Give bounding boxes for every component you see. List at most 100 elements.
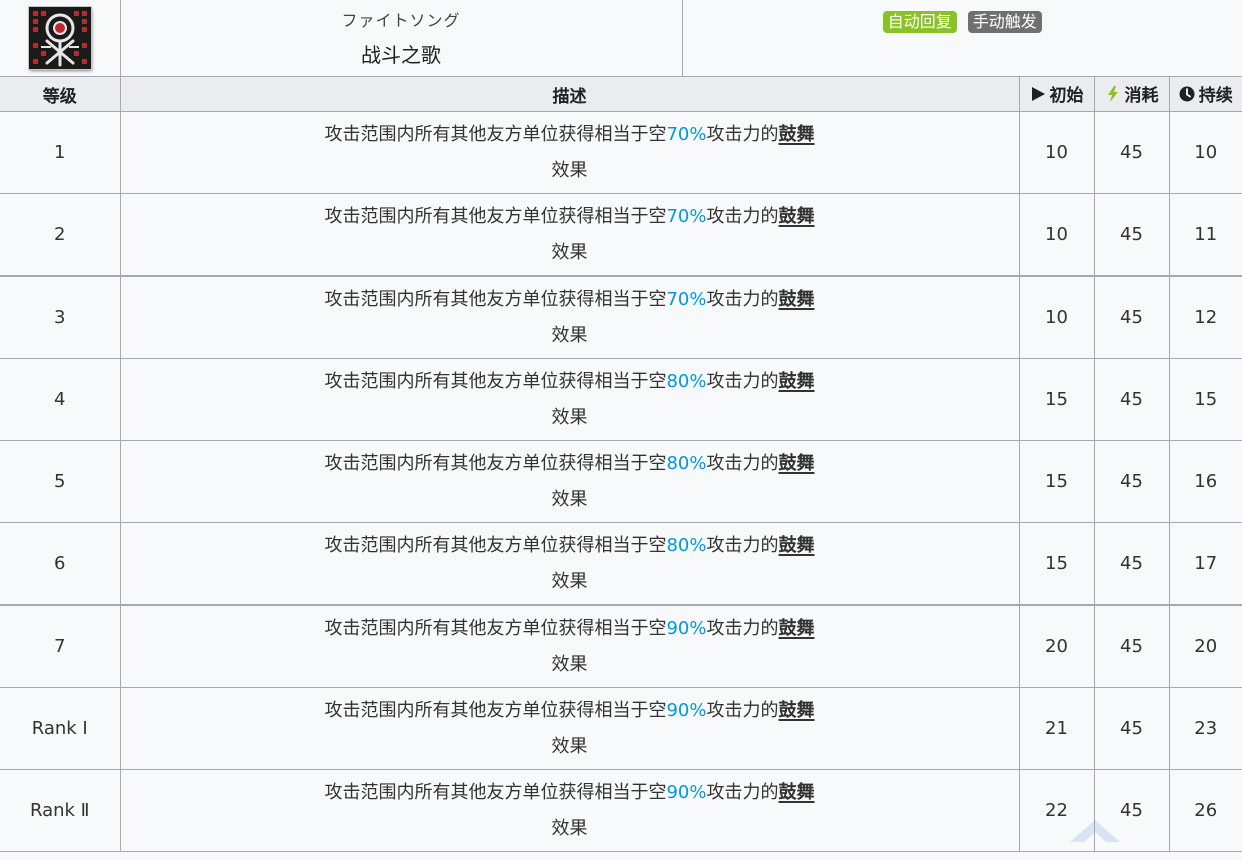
description-mid: 攻击力的	[706, 370, 779, 392]
skill-name-japanese: ファイトソング	[341, 10, 461, 30]
row-initial: 10	[1018, 111, 1095, 194]
header-description-label: 描述	[552, 86, 587, 107]
table-row: 5 攻击范围内所有其他友方单位获得相当于空80%攻击力的鼓舞 效果 15 45 16	[0, 440, 1242, 523]
attack-percent-value: 70%	[666, 205, 707, 227]
description-suffix: 效果	[551, 735, 588, 757]
header-level-label: 等级	[42, 86, 77, 107]
inspire-keyword-link[interactable]: 鼓舞	[779, 453, 815, 474]
description-mid: 攻击力的	[706, 781, 779, 803]
attack-percent-value: 80%	[666, 534, 707, 556]
table-row: 7 攻击范围内所有其他友方单位获得相当于空90%攻击力的鼓舞 效果 20 45 20	[0, 604, 1242, 688]
table-row: 4 攻击范围内所有其他友方单位获得相当于空80%攻击力的鼓舞 效果 15 45 15	[0, 358, 1242, 441]
description-suffix: 效果	[551, 570, 588, 592]
inspire-keyword-link[interactable]: 鼓舞	[779, 371, 815, 392]
table-row: 2 攻击范围内所有其他友方单位获得相当于空70%攻击力的鼓舞 效果 10 45 11	[0, 193, 1242, 277]
inspire-keyword-link[interactable]: 鼓舞	[779, 206, 815, 227]
row-cost: 45	[1093, 275, 1170, 359]
row-cost: 45	[1093, 111, 1170, 194]
row-duration: 23	[1168, 687, 1242, 770]
description-prefix: 攻击范围内所有其他友方单位获得相当于空	[324, 781, 667, 803]
skill-name-chinese: 战斗之歌	[361, 42, 441, 67]
inspire-keyword-link[interactable]: 鼓舞	[779, 289, 815, 310]
inspire-keyword-link[interactable]: 鼓舞	[779, 124, 815, 145]
row-level: Rank Ⅰ	[0, 687, 121, 770]
crossed-swords-skill-icon[interactable]	[28, 7, 91, 69]
description-mid: 攻击力的	[706, 288, 779, 310]
row-cost: 45	[1093, 358, 1170, 441]
row-initial: 10	[1018, 275, 1095, 359]
description-prefix: 攻击范围内所有其他友方单位获得相当于空	[324, 699, 667, 721]
table-row: Rank Ⅱ 攻击范围内所有其他友方单位获得相当于空90%攻击力的鼓舞 效果 22 45…	[0, 769, 1242, 852]
skill-tags-cell: 自动回复 手动触发	[681, 0, 1242, 77]
skill-icon-cell	[0, 0, 121, 77]
row-duration: 16	[1168, 440, 1242, 523]
description-mid: 攻击力的	[706, 699, 779, 721]
skill-title-row: ファイトソング 战斗之歌 自动回复 手动触发	[0, 0, 1242, 77]
description-prefix: 攻击范围内所有其他友方单位获得相当于空	[324, 370, 667, 392]
header-cost: 消耗	[1093, 76, 1170, 112]
row-initial: 21	[1018, 687, 1095, 770]
row-level: Rank Ⅱ	[0, 769, 121, 852]
row-level: 5	[0, 440, 121, 523]
description-line: 攻击范围内所有其他友方单位获得相当于空90%攻击力的鼓舞	[121, 775, 1019, 811]
play-icon	[1031, 86, 1045, 101]
row-initial: 15	[1018, 440, 1095, 523]
description-mid: 攻击力的	[706, 534, 779, 556]
attack-percent-value: 90%	[666, 699, 707, 721]
tag-auto-recovery[interactable]: 自动回复	[882, 11, 957, 33]
row-cost: 45	[1093, 687, 1170, 770]
skill-table: ファイトソング 战斗之歌 自动回复 手动触发 等级 描述 初始 消耗 持续 1 …	[0, 0, 1242, 852]
description-line: 攻击范围内所有其他友方单位获得相当于空80%攻击力的鼓舞	[121, 446, 1019, 482]
row-duration: 20	[1168, 604, 1242, 688]
table-row: 3 攻击范围内所有其他友方单位获得相当于空70%攻击力的鼓舞 效果 10 45 12	[0, 275, 1242, 359]
clock-icon	[1179, 86, 1195, 102]
attack-percent-value: 70%	[666, 123, 707, 145]
description-mid: 攻击力的	[706, 123, 779, 145]
description-suffix: 效果	[551, 241, 588, 263]
header-duration: 持续	[1168, 76, 1242, 112]
tag-manual-trigger[interactable]: 手动触发	[967, 11, 1042, 33]
inspire-keyword-link[interactable]: 鼓舞	[779, 782, 815, 803]
attack-percent-value: 90%	[666, 781, 707, 803]
inspire-keyword-link[interactable]: 鼓舞	[779, 535, 815, 556]
description-prefix: 攻击范围内所有其他友方单位获得相当于空	[324, 288, 667, 310]
row-duration: 10	[1168, 111, 1242, 194]
skill-name-cell: ファイトソング 战斗之歌	[119, 0, 683, 77]
description-suffix: 效果	[551, 159, 588, 181]
inspire-keyword-link[interactable]: 鼓舞	[779, 618, 815, 639]
row-cost: 45	[1093, 193, 1170, 277]
description-prefix: 攻击范围内所有其他友方单位获得相当于空	[324, 205, 667, 227]
row-level: 7	[0, 604, 121, 688]
lightning-icon	[1107, 85, 1118, 102]
header-initial-label: 初始	[1049, 86, 1084, 107]
header-cost-label: 消耗	[1124, 86, 1159, 107]
row-description: 攻击范围内所有其他友方单位获得相当于空90%攻击力的鼓舞 效果	[119, 604, 1020, 688]
header-level: 等级	[0, 76, 121, 112]
row-duration: 11	[1168, 193, 1242, 277]
description-mid: 攻击力的	[706, 452, 779, 474]
row-description: 攻击范围内所有其他友方单位获得相当于空70%攻击力的鼓舞 效果	[119, 275, 1020, 359]
table-header-row: 等级 描述 初始 消耗 持续	[0, 76, 1242, 112]
row-level: 1	[0, 111, 121, 194]
row-level: 6	[0, 522, 121, 606]
description-suffix: 效果	[551, 817, 588, 839]
row-level: 2	[0, 193, 121, 277]
description-suffix: 效果	[551, 406, 588, 428]
description-line: 攻击范围内所有其他友方单位获得相当于空80%攻击力的鼓舞	[121, 364, 1019, 400]
row-description: 攻击范围内所有其他友方单位获得相当于空90%攻击力的鼓舞效果	[119, 687, 1020, 770]
watermark-icon	[1070, 820, 1120, 842]
description-mid: 攻击力的	[706, 617, 779, 639]
row-description: 攻击范围内所有其他友方单位获得相当于空80%攻击力的鼓舞 效果	[119, 440, 1020, 523]
row-description: 攻击范围内所有其他友方单位获得相当于空90%攻击力的鼓舞效果	[119, 769, 1020, 852]
row-duration: 26	[1168, 769, 1242, 852]
row-initial: 10	[1018, 193, 1095, 277]
row-duration: 17	[1168, 522, 1242, 606]
inspire-keyword-link[interactable]: 鼓舞	[779, 700, 815, 721]
row-description: 攻击范围内所有其他友方单位获得相当于空80%攻击力的鼓舞 效果	[119, 522, 1020, 606]
header-description: 描述	[119, 76, 1020, 112]
description-prefix: 攻击范围内所有其他友方单位获得相当于空	[324, 452, 667, 474]
row-description: 攻击范围内所有其他友方单位获得相当于空70%攻击力的鼓舞 效果	[119, 193, 1020, 277]
row-level: 4	[0, 358, 121, 441]
row-description: 攻击范围内所有其他友方单位获得相当于空70%攻击力的鼓舞 效果	[119, 111, 1020, 194]
table-row: 1 攻击范围内所有其他友方单位获得相当于空70%攻击力的鼓舞 效果 10 45 10	[0, 111, 1242, 194]
